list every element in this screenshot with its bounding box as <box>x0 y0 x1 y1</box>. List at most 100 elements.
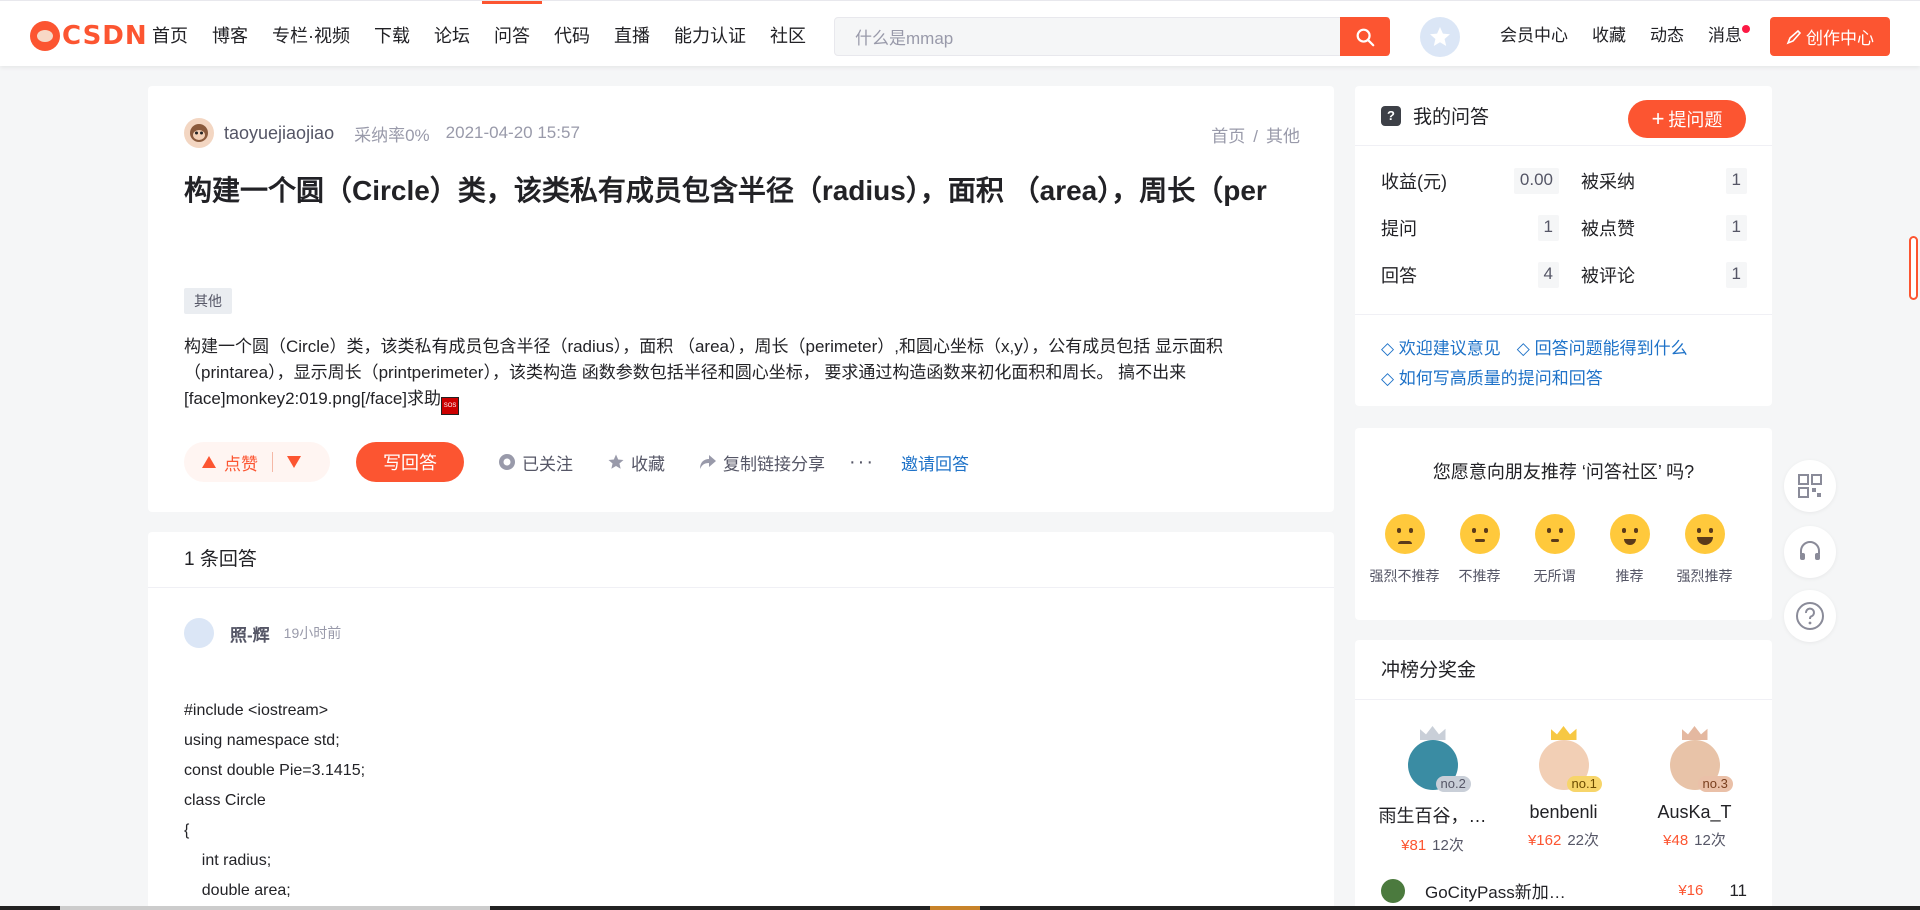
answer-time: 19小时前 <box>283 625 342 641</box>
invite-answer-link[interactable]: 邀请回答 <box>901 450 969 475</box>
reward-amount: ¥81 <box>1401 837 1427 854</box>
follow-button[interactable]: 已关注 <box>498 450 573 475</box>
nav-item-column-video[interactable]: 专栏·视频 <box>260 1 362 67</box>
ranker-reward: ¥48 12次 <box>1663 829 1726 850</box>
write-answer-button[interactable]: 写回答 <box>356 442 464 482</box>
stat-value: 4 <box>1537 262 1559 288</box>
like-control: 点赞 <box>184 442 330 482</box>
breadcrumb-home[interactable]: 首页 <box>1211 127 1245 146</box>
user-nav: 会员中心 收藏 动态 消息 <box>1488 1 1754 67</box>
question-tag[interactable]: 其他 <box>184 288 232 314</box>
accept-rate: 采纳率0% <box>354 125 430 145</box>
nav-member-center[interactable]: 会员中心 <box>1488 1 1580 67</box>
create-center-label: 创作中心 <box>1806 29 1874 48</box>
rating-option-not[interactable]: 不推荐 <box>1442 514 1517 586</box>
nav-item-forum[interactable]: 论坛 <box>422 1 482 67</box>
ranker-name: 雨生百谷，… <box>1378 806 1487 826</box>
nav-item-code[interactable]: 代码 <box>542 1 602 67</box>
rank-badge: no.1 <box>1566 776 1602 792</box>
ranking-list-item[interactable]: GoCityPass新加… ¥16 11 <box>1381 878 1747 903</box>
like-divider <box>272 452 273 472</box>
logo-text: CSDN <box>62 21 148 51</box>
monkey-logo-icon <box>30 21 60 51</box>
link-feedback[interactable]: ◇ 欢迎建议意见 <box>1381 339 1501 358</box>
podium-entry[interactable]: no.1 benbenli ¥162 22次 <box>1501 726 1626 855</box>
like-label[interactable]: 点赞 <box>224 450 258 475</box>
podium-entry[interactable]: no.2 雨生百谷，… ¥81 12次 <box>1370 726 1495 855</box>
ask-question-button[interactable]: + 提问题 <box>1628 100 1746 138</box>
question-actions: 点赞 写回答 已关注 收藏 复制链接分享 ··· 邀请回答 <box>184 442 969 482</box>
stat-label: 被采纳 <box>1581 172 1635 192</box>
monkey-avatar-icon <box>190 124 208 142</box>
reward-count: 22次 <box>1567 832 1600 849</box>
ranker-name: GoCityPass新加… <box>1425 883 1566 902</box>
breadcrumb-other[interactable]: 其他 <box>1266 127 1300 146</box>
favorite-button[interactable]: 收藏 <box>607 450 665 475</box>
user-avatar[interactable] <box>1420 17 1460 57</box>
nav-item-qa[interactable]: 问答 <box>482 1 542 67</box>
ranking-podium: no.2 雨生百谷，… ¥81 12次 no.1 benbenli ¥162 22次… <box>1355 726 1772 855</box>
search-button[interactable] <box>1340 17 1390 56</box>
create-center-button[interactable]: 创作中心 <box>1770 17 1890 56</box>
breadcrumb: 首页 / 其他 <box>1211 122 1300 147</box>
recommend-survey-card: 您愿意向朋友推荐 ‘问答社区’ 吗? 强烈不推荐 不推荐 无所谓 推荐 强烈推荐 <box>1355 428 1772 620</box>
sos-emoji-icon: SOS <box>441 397 460 415</box>
stat-value: 1 <box>1725 168 1747 194</box>
search-input[interactable]: 什么是mmap <box>834 17 1389 56</box>
answer-author: 照-辉 19小时前 <box>184 618 341 648</box>
nav-favorites[interactable]: 收藏 <box>1580 1 1638 67</box>
answerer-name[interactable]: 照-辉 <box>230 621 270 646</box>
rating-label: 不推荐 <box>1458 568 1501 584</box>
share-button[interactable]: 复制链接分享 <box>699 450 825 475</box>
nav-messages[interactable]: 消息 <box>1696 1 1754 67</box>
nav-activity[interactable]: 动态 <box>1638 1 1696 67</box>
stat-value: 1 <box>1537 215 1559 241</box>
more-options-button[interactable]: ··· <box>849 451 875 474</box>
stat-label: 被点赞 <box>1581 219 1635 239</box>
nav-item-download[interactable]: 下载 <box>362 1 422 67</box>
nav-item-blog[interactable]: 博客 <box>200 1 260 67</box>
answerer-avatar[interactable] <box>184 618 214 648</box>
rating-label: 无所谓 <box>1533 568 1576 584</box>
nav-item-certification[interactable]: 能力认证 <box>662 1 758 67</box>
stat-questions: 提问 1 <box>1381 215 1581 241</box>
stat-label: 提问 <box>1381 219 1417 239</box>
thumb-down-triangle-icon[interactable] <box>287 456 301 468</box>
question-title: 构建一个圆（Circle）类，该类私有成员包含半径（radius），面积 （ar… <box>184 175 1267 206</box>
csdn-logo[interactable]: CSDN <box>30 21 148 51</box>
help-links: ◇ 欢迎建议意见 ◇ 回答问题能得到什么 ◇ 如何写高质量的提问和回答 <box>1381 334 1704 394</box>
ranker-name: AusKa_T <box>1657 802 1732 822</box>
pen-icon <box>1786 29 1802 44</box>
scrollbar-thumb[interactable] <box>1909 236 1918 300</box>
author-avatar[interactable] <box>184 118 214 148</box>
nav-item-community[interactable]: 社区 <box>758 1 818 67</box>
favorite-label: 收藏 <box>631 454 665 474</box>
podium-entry[interactable]: no.3 AusKa_T ¥48 12次 <box>1632 726 1757 855</box>
customer-service-button[interactable] <box>1784 526 1836 578</box>
stat-label: 收益(元) <box>1381 172 1447 192</box>
nav-item-live[interactable]: 直播 <box>602 1 662 67</box>
rating-faces: 强烈不推荐 不推荐 无所谓 推荐 强烈推荐 <box>1367 514 1742 586</box>
help-links-divider <box>1355 314 1772 315</box>
top-navbar: CSDN 首页 博客 专栏·视频 下载 论坛 问答 代码 直播 能力认证 社区 … <box>0 0 1920 66</box>
thumb-up-triangle-icon[interactable] <box>202 456 216 468</box>
star-avatar-icon <box>1430 27 1450 46</box>
nav-item-home[interactable]: 首页 <box>140 1 200 67</box>
rating-option-strongly-not[interactable]: 强烈不推荐 <box>1367 514 1442 586</box>
answer-count: 1 条回答 <box>148 532 1334 588</box>
help-icon <box>1796 602 1824 630</box>
rating-option-neutral[interactable]: 无所谓 <box>1517 514 1592 586</box>
rating-option-recommend[interactable]: 推荐 <box>1592 514 1667 586</box>
share-label: 复制链接分享 <box>723 454 825 474</box>
angry-face-icon <box>1384 514 1425 554</box>
link-answer-rewards[interactable]: ◇ 回答问题能得到什么 <box>1517 339 1688 358</box>
stat-value: 0.00 <box>1513 168 1559 194</box>
help-button[interactable] <box>1784 590 1836 642</box>
rating-option-strongly-recommend[interactable]: 强烈推荐 <box>1667 514 1742 586</box>
link-quality-guide[interactable]: ◇ 如何写高质量的提问和回答 <box>1381 369 1603 388</box>
survey-question: 您愿意向朋友推荐 ‘问答社区’ 吗? <box>1432 462 1695 482</box>
breadcrumb-separator: / <box>1253 127 1258 146</box>
author-name[interactable]: taoyuejiaojiao <box>224 123 334 144</box>
qrcode-button[interactable] <box>1784 460 1836 512</box>
ranker-avatar: no.1 <box>1538 726 1602 792</box>
